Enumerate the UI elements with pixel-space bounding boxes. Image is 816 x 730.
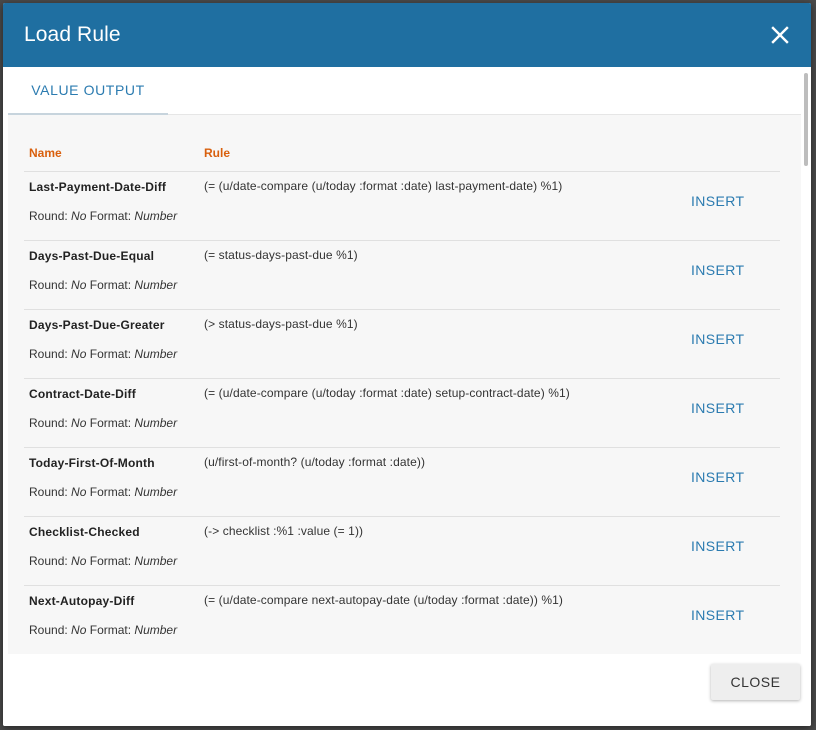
format-label: Format:: [89, 416, 132, 430]
rule-name: Checklist-Checked: [29, 525, 140, 539]
rule-name: Next-Autopay-Diff: [29, 594, 135, 608]
rule-meta: Round: No Format: Number: [29, 623, 177, 637]
rule-meta: Round: No Format: Number: [29, 485, 177, 499]
insert-button[interactable]: INSERT: [691, 262, 745, 278]
round-value: No: [71, 278, 87, 292]
tab-value-output[interactable]: VALUE OUTPUT: [8, 67, 168, 115]
round-label: Round:: [29, 416, 68, 430]
rule-name: Days-Past-Due-Equal: [29, 249, 155, 263]
format-value: Number: [134, 416, 178, 430]
round-label: Round:: [29, 278, 68, 292]
rule-name: Today-First-Of-Month: [29, 456, 155, 470]
rule-expression: (u/first-of-month? (u/today :format :dat…: [204, 455, 426, 469]
format-label: Format:: [89, 347, 132, 361]
close-button[interactable]: CLOSE: [711, 664, 800, 700]
tab-bar: VALUE OUTPUT: [8, 67, 801, 115]
table-row: Contract-Date-Diff Round: No Format: Numb…: [24, 378, 780, 447]
round-label: Round:: [29, 209, 68, 223]
format-value: Number: [134, 209, 178, 223]
rule-expression: (= (u/date-compare (u/today :format :dat…: [204, 386, 570, 400]
load-rule-dialog: Load Rule VALUE OUTPUT Name Rule Last-Pa…: [3, 3, 811, 726]
rule-meta: Round: No Format: Number: [29, 416, 177, 430]
rules-table: Name Rule Last-Payment-Date-Diff Round: N…: [8, 115, 801, 654]
format-value: Number: [134, 554, 178, 568]
format-label: Format:: [89, 554, 132, 568]
table-row: Days-Past-Due-Equal Round: No Format: Num…: [24, 240, 780, 309]
insert-button[interactable]: INSERT: [691, 331, 745, 347]
round-value: No: [71, 554, 87, 568]
rule-name: Contract-Date-Diff: [29, 387, 136, 401]
format-value: Number: [134, 485, 178, 499]
table-row: Today-First-Of-Month Round: No Format: Nu…: [24, 447, 780, 516]
round-label: Round:: [29, 623, 68, 637]
dialog-body: VALUE OUTPUT Name Rule Last-Payment-Date…: [3, 67, 811, 654]
format-value: Number: [134, 278, 178, 292]
table-row: Days-Past-Due-Greater Round: No Format: N…: [24, 309, 780, 378]
rule-name: Days-Past-Due-Greater: [29, 318, 165, 332]
rule-name: Last-Payment-Date-Diff: [29, 180, 167, 194]
dialog-title: Load Rule: [24, 23, 121, 46]
column-header-rule: Rule: [204, 146, 231, 160]
insert-button[interactable]: INSERT: [691, 469, 745, 485]
insert-button[interactable]: INSERT: [691, 607, 745, 623]
rule-expression: (= (u/date-compare next-autopay-date (u/…: [204, 593, 564, 607]
dialog-header: Load Rule: [3, 3, 811, 67]
round-value: No: [71, 416, 87, 430]
format-label: Format:: [89, 485, 132, 499]
table-rows: Last-Payment-Date-Diff Round: No Format: …: [24, 171, 780, 654]
round-value: No: [71, 347, 87, 361]
rule-meta: Round: No Format: Number: [29, 209, 177, 223]
round-value: No: [71, 485, 87, 499]
round-label: Round:: [29, 554, 68, 568]
insert-button[interactable]: INSERT: [691, 193, 745, 209]
rule-expression: (-> checklist :%1 :value (= 1)): [204, 524, 364, 538]
format-label: Format:: [89, 278, 132, 292]
rule-expression: (> status-days-past-due %1): [204, 317, 358, 331]
rule-expression: (= (u/date-compare (u/today :format :dat…: [204, 179, 563, 193]
table-row: Checklist-Checked Round: No Format: Numbe…: [24, 516, 780, 585]
round-label: Round:: [29, 347, 68, 361]
format-value: Number: [134, 347, 178, 361]
table-row: Last-Payment-Date-Diff Round: No Format: …: [24, 171, 780, 240]
scrollbar-thumb[interactable]: [804, 73, 808, 166]
round-value: No: [71, 209, 87, 223]
rule-meta: Round: No Format: Number: [29, 347, 177, 361]
rule-expression: (= status-days-past-due %1): [204, 248, 358, 262]
column-header-name: Name: [29, 146, 62, 160]
table-row: Next-Autopay-Diff Round: No Format: Numbe…: [24, 585, 780, 654]
insert-button[interactable]: INSERT: [691, 400, 745, 416]
round-value: No: [71, 623, 87, 637]
format-label: Format:: [89, 623, 132, 637]
close-icon[interactable]: [769, 24, 791, 46]
round-label: Round:: [29, 485, 68, 499]
format-label: Format:: [89, 209, 132, 223]
dialog-footer: CLOSE: [3, 654, 811, 726]
insert-button[interactable]: INSERT: [691, 538, 745, 554]
rule-meta: Round: No Format: Number: [29, 278, 177, 292]
format-value: Number: [134, 623, 178, 637]
rule-meta: Round: No Format: Number: [29, 554, 177, 568]
